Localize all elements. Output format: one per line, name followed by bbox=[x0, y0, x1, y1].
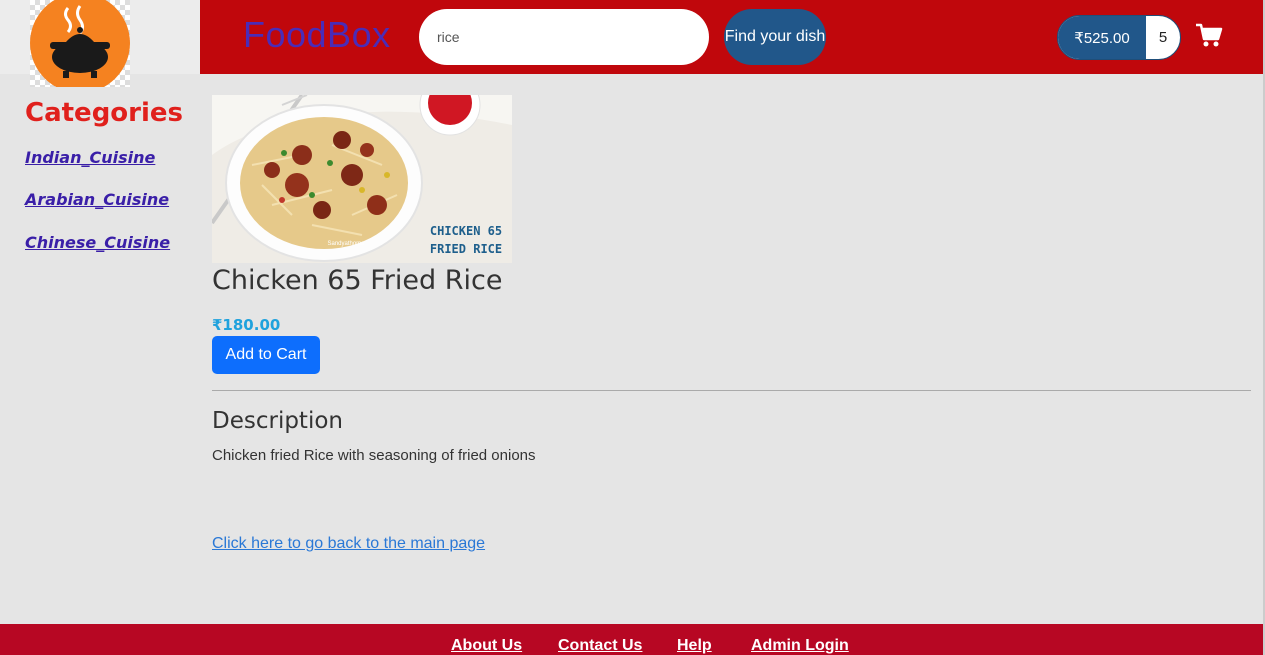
find-dish-button[interactable]: Find your dish bbox=[724, 9, 826, 65]
cooking-pot-icon[interactable] bbox=[30, 0, 130, 87]
dish-price: ₹180.00 bbox=[212, 316, 281, 334]
footer-contact-us-link[interactable]: Contact Us bbox=[558, 637, 642, 655]
image-caption-line1: CHICKEN 65 bbox=[430, 224, 502, 238]
cart-summary[interactable]: ₹525.00 5 bbox=[1057, 15, 1181, 60]
dish-image: CHICKEN 65 FRIED RICE Sandyathome bbox=[212, 95, 512, 263]
description-title: Description bbox=[212, 408, 343, 434]
cart-total: ₹525.00 bbox=[1058, 16, 1146, 59]
image-watermark: Sandyathome bbox=[327, 241, 365, 247]
back-to-main-link[interactable]: Click here to go back to the main page bbox=[212, 535, 485, 553]
footer-admin-login-link[interactable]: Admin Login bbox=[751, 637, 849, 655]
divider bbox=[212, 390, 1251, 391]
search-input[interactable] bbox=[419, 9, 709, 65]
sidebar-item-indian-cuisine[interactable]: Indian_Cuisine bbox=[25, 148, 155, 167]
categories-title: Categories bbox=[25, 98, 184, 128]
image-caption-line2: FRIED RICE bbox=[430, 242, 502, 256]
sidebar-item-chinese-cuisine[interactable]: Chinese_Cuisine bbox=[25, 233, 170, 252]
sidebar-item-arabian-cuisine[interactable]: Arabian_Cuisine bbox=[25, 190, 169, 209]
cart-count: 5 bbox=[1158, 29, 1168, 46]
footer-about-us-link[interactable]: About Us bbox=[451, 637, 522, 655]
shopping-cart-icon[interactable] bbox=[1194, 20, 1224, 50]
brand-title[interactable]: FoodBox bbox=[243, 14, 391, 56]
add-to-cart-button[interactable]: Add to Cart bbox=[212, 336, 320, 374]
description-text: Chicken fried Rice with seasoning of fri… bbox=[212, 447, 536, 464]
footer-help-link[interactable]: Help bbox=[677, 637, 712, 655]
dish-name: Chicken 65 Fried Rice bbox=[212, 265, 503, 296]
